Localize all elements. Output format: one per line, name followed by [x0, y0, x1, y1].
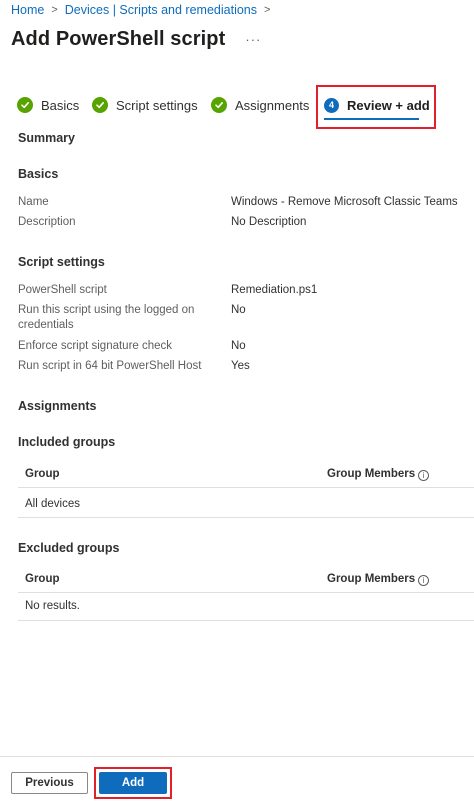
- included-groups-heading: Included groups: [18, 435, 116, 449]
- breadcrumb: Home > Devices | Scripts and remediation…: [11, 3, 277, 17]
- logged-on-credentials-label: Run this script using the logged on cred…: [18, 304, 195, 331]
- table-header: Group Group Members i: [18, 565, 474, 593]
- highlight-box-review-tab: [316, 85, 436, 129]
- tab-basics[interactable]: Basics: [17, 93, 79, 117]
- signature-check-label: Enforce script signature check: [18, 340, 173, 352]
- highlight-box-add-button: [94, 767, 172, 799]
- description-label: Description: [18, 216, 76, 228]
- table-header: Group Group Members i: [18, 460, 474, 488]
- footer-divider: [0, 756, 474, 757]
- excluded-groups-heading: Excluded groups: [18, 541, 120, 555]
- chevron-right-icon: >: [51, 4, 58, 16]
- table-row-empty: No results.: [18, 593, 474, 621]
- assignments-heading: Assignments: [18, 399, 97, 413]
- table-row[interactable]: All devices: [18, 490, 474, 518]
- logged-on-credentials-value: No: [231, 304, 246, 316]
- script-settings-heading: Script settings: [18, 255, 105, 269]
- checkmark-icon: [92, 97, 108, 113]
- description-value: No Description: [231, 216, 307, 228]
- title-row: Add PowerShell script ···: [11, 28, 261, 51]
- checkmark-icon: [17, 97, 33, 113]
- breadcrumb-home-link[interactable]: Home: [11, 3, 44, 17]
- chevron-right-icon: >: [264, 4, 271, 16]
- page-title: Add PowerShell script: [11, 28, 226, 50]
- name-label: Name: [18, 196, 49, 208]
- signature-check-value: No: [231, 340, 246, 352]
- checkmark-icon: [211, 97, 227, 113]
- tab-label: Assignments: [235, 97, 310, 113]
- summary-heading: Summary: [18, 131, 75, 145]
- tab-label: Basics: [41, 97, 80, 113]
- column-header-group-members: Group Members i: [327, 468, 430, 481]
- name-value: Windows - Remove Microsoft Classic Teams: [231, 196, 458, 208]
- powershell-script-label: PowerShell script: [18, 284, 107, 296]
- breadcrumb-devices-link[interactable]: Devices | Scripts and remediations: [65, 3, 257, 17]
- basics-heading: Basics: [18, 167, 59, 181]
- info-icon[interactable]: i: [418, 470, 430, 481]
- tab-script-settings[interactable]: Script settings: [92, 93, 198, 117]
- no-results-text: No results.: [25, 600, 80, 612]
- tab-assignments[interactable]: Assignments: [211, 93, 309, 117]
- host64-value: Yes: [231, 360, 250, 372]
- host64-label: Run script in 64 bit PowerShell Host: [18, 360, 202, 372]
- column-header-group: Group: [25, 468, 60, 480]
- more-options-icon[interactable]: ···: [245, 32, 261, 47]
- group-name: All devices: [25, 498, 80, 510]
- column-header-group-members: Group Members i: [327, 573, 430, 586]
- info-icon[interactable]: i: [418, 575, 430, 586]
- previous-button[interactable]: Previous: [11, 772, 88, 794]
- tab-label: Script settings: [116, 97, 198, 113]
- powershell-script-value: Remediation.ps1: [231, 284, 318, 296]
- column-header-group: Group: [25, 573, 60, 585]
